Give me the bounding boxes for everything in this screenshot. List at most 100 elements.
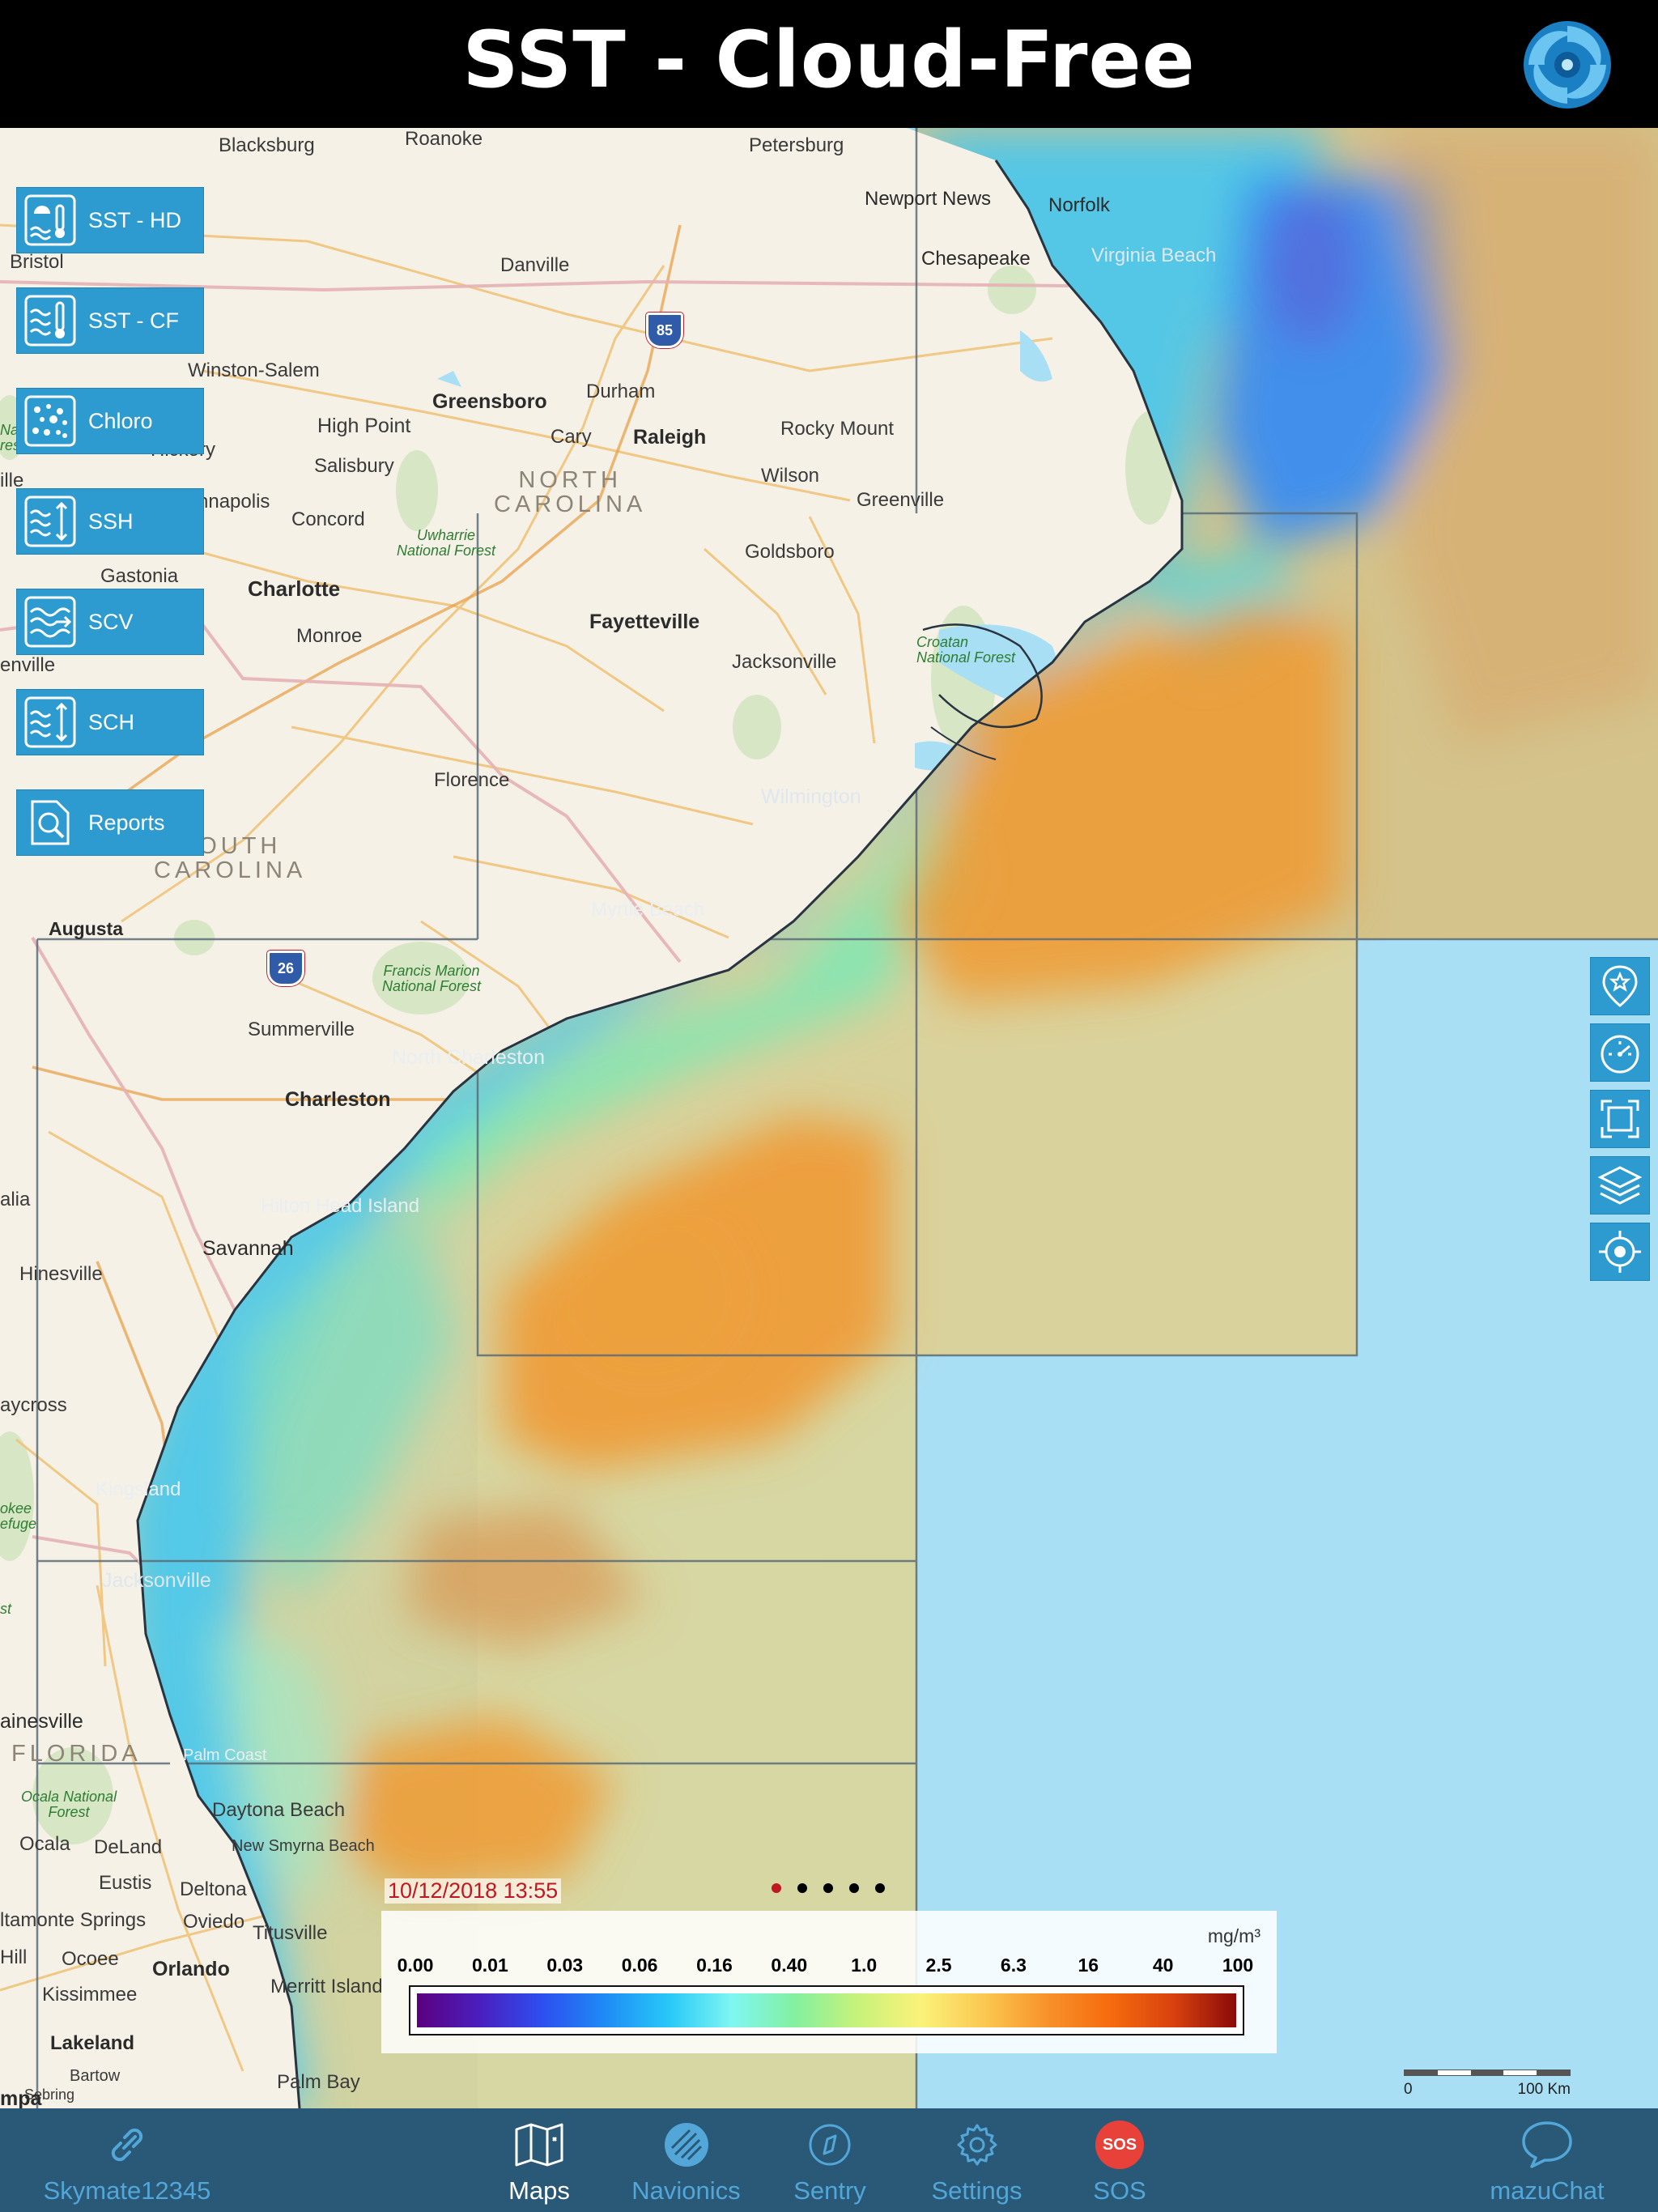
legend-tick-label: 40 <box>1152 1955 1174 1976</box>
scv-button[interactable]: SCV <box>16 589 204 655</box>
map-label-danville: Danville <box>500 254 570 276</box>
tab-settings[interactable]: Settings <box>918 2108 1035 2212</box>
document-search-icon <box>22 794 79 851</box>
bottom-tab-bar: Skymate12345 Maps Navionics Sentry Setti… <box>0 2108 1658 2212</box>
page-dot[interactable] <box>797 1883 807 1893</box>
map-label-kissimmee: Kissimmee <box>42 1984 138 2006</box>
map-label-wilmington: Wilmington <box>761 785 861 808</box>
speedometer-icon <box>1601 1035 1639 1074</box>
swirl-logo-icon <box>1520 18 1614 112</box>
map-label-kannapolis: nnapolis <box>198 491 270 513</box>
legend-tick-label: 0.40 <box>771 1955 808 1976</box>
map-label-durham: Durham <box>586 381 656 402</box>
favorite-pin-button[interactable] <box>1590 957 1650 1015</box>
fullscreen-button[interactable] <box>1590 1090 1650 1148</box>
reports-button[interactable]: Reports <box>16 789 204 856</box>
map-label-bartow: Bartow <box>70 2067 121 2085</box>
sst-cf-button[interactable]: SST - CF <box>16 287 204 354</box>
tab-maps-label: Maps <box>508 2176 570 2205</box>
thermometer-waves-icon <box>22 292 79 349</box>
map-label-uwharrie-forest: Uwharrie National Forest <box>397 527 496 559</box>
tab-account[interactable]: Skymate12345 <box>18 2108 236 2212</box>
map-label-north-charleston: North Charleston <box>392 1046 545 1069</box>
map-label-goldsboro: Goldsboro <box>745 541 835 563</box>
tab-sentry[interactable]: Sentry <box>777 2108 882 2212</box>
locate-crosshair-icon <box>1599 1231 1641 1273</box>
interstate-85-shield: 85 <box>646 313 683 348</box>
layers-icon <box>1597 1166 1643 1205</box>
page-dot[interactable] <box>875 1883 885 1893</box>
map-label-tampa: mpa <box>0 2087 42 2109</box>
ssh-button[interactable]: SSH <box>16 488 204 555</box>
header-bar: SST - Cloud-Free <box>0 0 1658 128</box>
chloro-label: Chloro <box>88 408 153 433</box>
legend-tick-label: 0.00 <box>397 1955 434 1976</box>
legend-tick-label: 0.01 <box>471 1955 508 1976</box>
map-label-high-point: High Point <box>317 415 411 437</box>
map-label-daytona-beach: Daytona Beach <box>212 1799 346 1821</box>
page-dot[interactable] <box>823 1883 833 1893</box>
locate-button[interactable] <box>1590 1223 1650 1281</box>
map-label-florida: FLORIDA <box>11 1741 142 1767</box>
map-label-new-smyrna: New Smyrna Beach <box>232 1837 375 1855</box>
map-label-newport-news: Newport News <box>865 188 992 210</box>
ssh-label: SSH <box>88 508 134 534</box>
legend-tick-label: 0.06 <box>621 1955 658 1976</box>
tab-sos-label: SOS <box>1093 2176 1146 2205</box>
legend-tick-label: 100 <box>1222 1955 1254 1976</box>
chloro-button[interactable]: Chloro <box>16 388 204 454</box>
page-dot[interactable] <box>772 1883 781 1893</box>
map-view[interactable]: Blacksburg Roanoke Petersburg Newport Ne… <box>0 128 1658 2108</box>
layers-button[interactable] <box>1590 1156 1650 1214</box>
compass-icon <box>806 2118 853 2172</box>
map-label-chesapeake: Chesapeake <box>921 248 1031 270</box>
sst-hd-button[interactable]: SST - HD <box>16 187 204 253</box>
page-title: SST - Cloud-Free <box>462 15 1196 105</box>
legend-tick-label: 1.0 <box>851 1955 878 1976</box>
map-label-augusta: Augusta <box>49 918 123 939</box>
map-label-palm-coast: Palm Coast <box>183 1746 267 1764</box>
speed-button[interactable] <box>1590 1023 1650 1082</box>
map-label-myrtle-beach: Myrtle Beach <box>591 899 705 921</box>
map-label-florence: Florence <box>434 769 510 791</box>
waves-updown-icon <box>22 694 79 751</box>
page-dot[interactable] <box>849 1883 859 1893</box>
map-label-eustis: Eustis <box>99 1872 152 1894</box>
legend-tick-label: 0.16 <box>696 1955 733 1976</box>
map-label-gainesville: ainesville <box>0 1710 83 1733</box>
color-legend: mg/m³ 0.00 0.01 0.03 0.06 0.16 0.40 1.0 2.5 6.3 1… <box>381 1911 1277 2053</box>
map-label-jacksonville-nc: Jacksonville <box>732 651 837 673</box>
map-label-charleston: Charleston <box>285 1088 391 1111</box>
map-label-rocky-mount: Rocky Mount <box>780 418 895 440</box>
sst-cf-label: SST - CF <box>88 308 180 333</box>
sch-button[interactable]: SCH <box>16 689 204 755</box>
map-label-concord: Concord <box>291 508 365 530</box>
tab-settings-label: Settings <box>931 2176 1022 2205</box>
navionics-icon <box>662 2118 711 2172</box>
map-label-north-carolina: NORTH CAROLINA <box>494 467 647 518</box>
map-label-francis-marion-forest: Francis Marion National Forest <box>382 963 482 994</box>
map-label-summerville: Summerville <box>248 1019 355 1040</box>
map-label-hilton-head: Hilton Head Island <box>261 1195 420 1217</box>
chat-bubble-icon <box>1520 2118 1574 2172</box>
map-label-wilson: Wilson <box>761 465 820 487</box>
map-label-hill: Hill <box>0 1946 28 1968</box>
reports-label: Reports <box>88 810 165 835</box>
sos-icon: SOS <box>1095 2118 1144 2172</box>
tab-navionics-label: Navionics <box>631 2176 741 2205</box>
map-label-titusville: Titusville <box>253 1922 328 1944</box>
map-label-ocoee: Ocoee <box>62 1948 119 1970</box>
tab-maps[interactable]: Maps <box>483 2108 596 2212</box>
map-label-croatan-forest: Croatan National Forest <box>916 634 1016 666</box>
map-label-st: st <box>0 1601 12 1617</box>
tab-sos[interactable]: SOS SOS <box>1069 2108 1171 2212</box>
map-label-charlotte: Charlotte <box>248 576 341 601</box>
legend-unit: mg/m³ <box>1207 1925 1261 1946</box>
tab-mazuchat[interactable]: mazuChat <box>1478 2108 1616 2212</box>
legend-timestamp: 10/12/2018 13:55 <box>385 1878 562 1904</box>
waves-arrow-icon <box>22 593 79 650</box>
map-label-merritt-island: Merritt Island <box>270 1976 383 1997</box>
map-label-ocala: Ocala <box>19 1833 70 1855</box>
legend-tick-label: 0.03 <box>546 1955 584 1976</box>
tab-navionics[interactable]: Navionics <box>623 2108 749 2212</box>
